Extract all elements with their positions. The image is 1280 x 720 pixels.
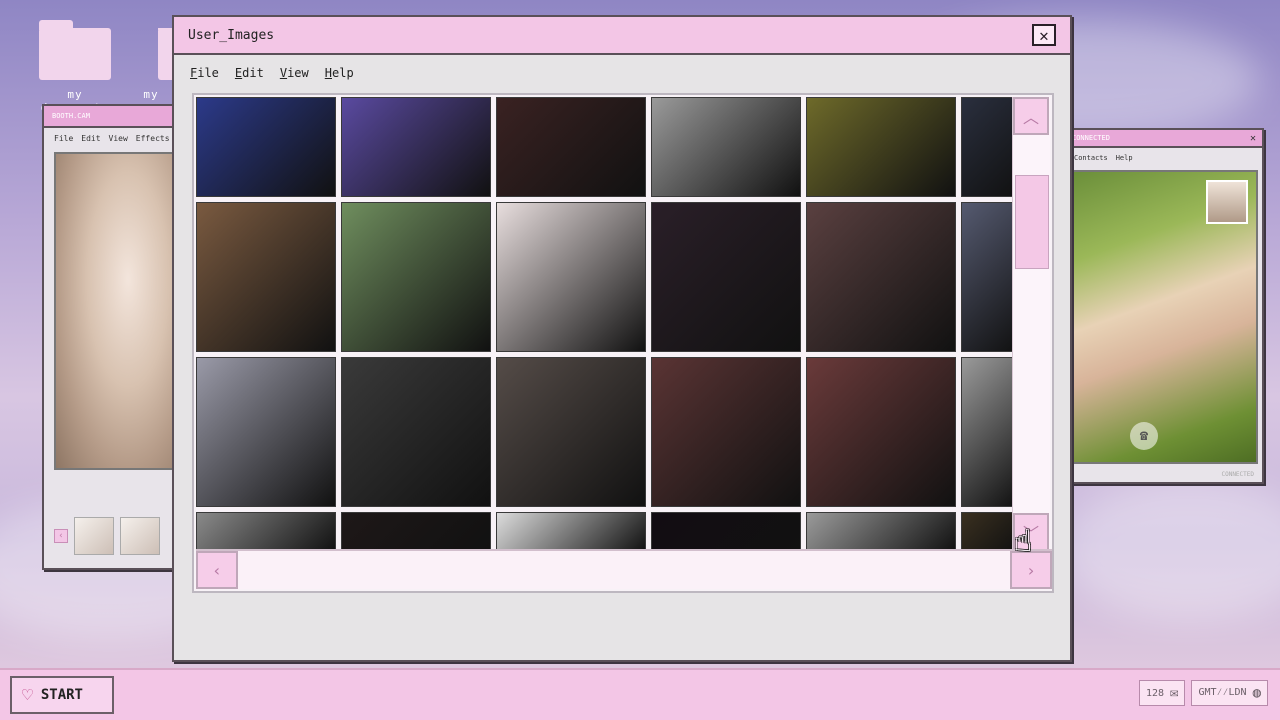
capture-thumbnail[interactable] <box>74 517 114 555</box>
cloud <box>1060 480 1280 620</box>
image-thumbnail[interactable] <box>341 357 491 507</box>
image-thumbnail[interactable] <box>961 97 1014 197</box>
system-tray: 128 ✉ GMT⁄⁄LDN ◍ <box>1138 680 1268 706</box>
image-thumbnail[interactable] <box>341 512 491 549</box>
window-title: User_Images <box>188 27 275 43</box>
image-thumbnail[interactable] <box>496 357 646 507</box>
image-thumbnail[interactable] <box>806 202 956 352</box>
image-thumbnail[interactable] <box>961 357 1014 507</box>
mail-count: 128 <box>1145 687 1164 699</box>
image-thumbnail[interactable] <box>806 97 956 197</box>
timezone-label: GMT⁄⁄LDN <box>1198 687 1247 698</box>
video-call-window[interactable]: CONNECTED ✕ Contacts Help ☎ CONNECTED <box>1064 128 1264 484</box>
call-menu-contacts[interactable]: Contacts <box>1074 154 1108 162</box>
image-thumbnail[interactable] <box>651 202 801 352</box>
booth-cam-window[interactable]: BOOTH.CAM File Edit View Effects ‹ <box>42 104 178 570</box>
image-thumbnail[interactable] <box>196 202 336 352</box>
call-status: CONNECTED <box>1221 471 1254 478</box>
image-thumbnail[interactable] <box>651 97 801 197</box>
main-titlebar[interactable]: User_Images ✕ <box>174 17 1070 55</box>
horizontal-scrollbar[interactable]: ‹ › <box>196 549 1052 589</box>
envelope-icon: ✉ <box>1170 685 1179 701</box>
start-label: START <box>40 687 83 703</box>
self-video-inset <box>1206 180 1248 224</box>
image-thumbnail[interactable] <box>961 202 1014 352</box>
booth-titlebar[interactable]: BOOTH.CAM <box>44 106 174 128</box>
image-thumbnail[interactable] <box>341 97 491 197</box>
globe-icon: ◍ <box>1252 685 1261 701</box>
booth-menubar: File Edit View Effects <box>44 128 174 148</box>
scroll-up-button[interactable]: ︿ <box>1013 97 1049 135</box>
booth-title: BOOTH.CAM <box>52 112 90 120</box>
call-menubar: Contacts Help <box>1066 148 1262 168</box>
camera-preview <box>54 152 178 470</box>
close-button[interactable]: ✕ <box>1032 24 1056 46</box>
main-menubar: File Edit View Help <box>174 55 1070 91</box>
image-gallery: ︿ ﹀ ‹ › <box>192 93 1054 593</box>
chevron-up-icon: ︿ <box>1022 108 1039 127</box>
scroll-thumb[interactable] <box>1015 175 1049 269</box>
close-icon: ✕ <box>1039 25 1049 45</box>
image-thumbnail[interactable] <box>196 357 336 507</box>
remote-video: ☎ <box>1072 170 1258 464</box>
vertical-scrollbar[interactable]: ︿ ﹀ <box>1012 97 1050 551</box>
image-thumbnail[interactable] <box>496 512 646 549</box>
image-thumbnail[interactable] <box>961 512 1014 549</box>
capture-thumbnail[interactable] <box>120 517 160 555</box>
folder-icon <box>39 20 111 80</box>
booth-menu-edit[interactable]: Edit <box>81 134 100 143</box>
call-titlebar[interactable]: CONNECTED ✕ <box>1066 130 1262 148</box>
chevron-right-icon: › <box>1026 560 1036 580</box>
menu-help[interactable]: Help <box>325 66 354 80</box>
clock-tray-item[interactable]: GMT⁄⁄LDN ◍ <box>1191 680 1268 706</box>
capture-strip: ‹ <box>54 516 178 556</box>
mail-tray-item[interactable]: 128 ✉ <box>1138 680 1186 706</box>
call-title: CONNECTED <box>1072 134 1110 142</box>
menu-edit[interactable]: Edit <box>235 66 264 80</box>
desktop-icon-label: my <box>143 88 159 101</box>
start-button[interactable]: ♡ START <box>10 676 114 714</box>
image-thumbnail[interactable] <box>651 512 801 549</box>
hang-up-icon[interactable]: ☎ <box>1130 422 1158 450</box>
thumbnail-grid <box>196 97 1014 549</box>
image-thumbnail[interactable] <box>496 97 646 197</box>
image-thumbnail[interactable] <box>341 202 491 352</box>
call-menu-help[interactable]: Help <box>1116 154 1133 162</box>
image-thumbnail[interactable] <box>651 357 801 507</box>
chevron-left-icon: ‹ <box>212 560 222 580</box>
image-thumbnail[interactable] <box>806 357 956 507</box>
desktop-icon-my[interactable]: my <box>126 28 176 101</box>
user-images-window[interactable]: User_Images ✕ File Edit View Help ︿ ﹀ ‹ … <box>172 15 1072 662</box>
image-thumbnail[interactable] <box>196 512 336 549</box>
booth-menu-effects[interactable]: Effects <box>136 134 170 143</box>
desktop-icon-my-documents[interactable]: my documents <box>30 20 120 114</box>
image-thumbnail[interactable] <box>496 202 646 352</box>
image-thumbnail[interactable] <box>196 97 336 197</box>
scroll-left-button[interactable]: ‹ <box>196 551 238 589</box>
taskbar: ♡ START 128 ✉ GMT⁄⁄LDN ◍ <box>0 668 1280 720</box>
menu-view[interactable]: View <box>280 66 309 80</box>
close-icon[interactable]: ✕ <box>1250 133 1256 144</box>
booth-menu-file[interactable]: File <box>54 134 73 143</box>
strip-prev-button[interactable]: ‹ <box>54 529 68 543</box>
pointer-cursor-icon: ☝ <box>1014 524 1033 559</box>
menu-file[interactable]: File <box>190 66 219 80</box>
image-thumbnail[interactable] <box>806 512 956 549</box>
heart-icon: ♡ <box>22 684 33 706</box>
booth-menu-view[interactable]: View <box>109 134 128 143</box>
